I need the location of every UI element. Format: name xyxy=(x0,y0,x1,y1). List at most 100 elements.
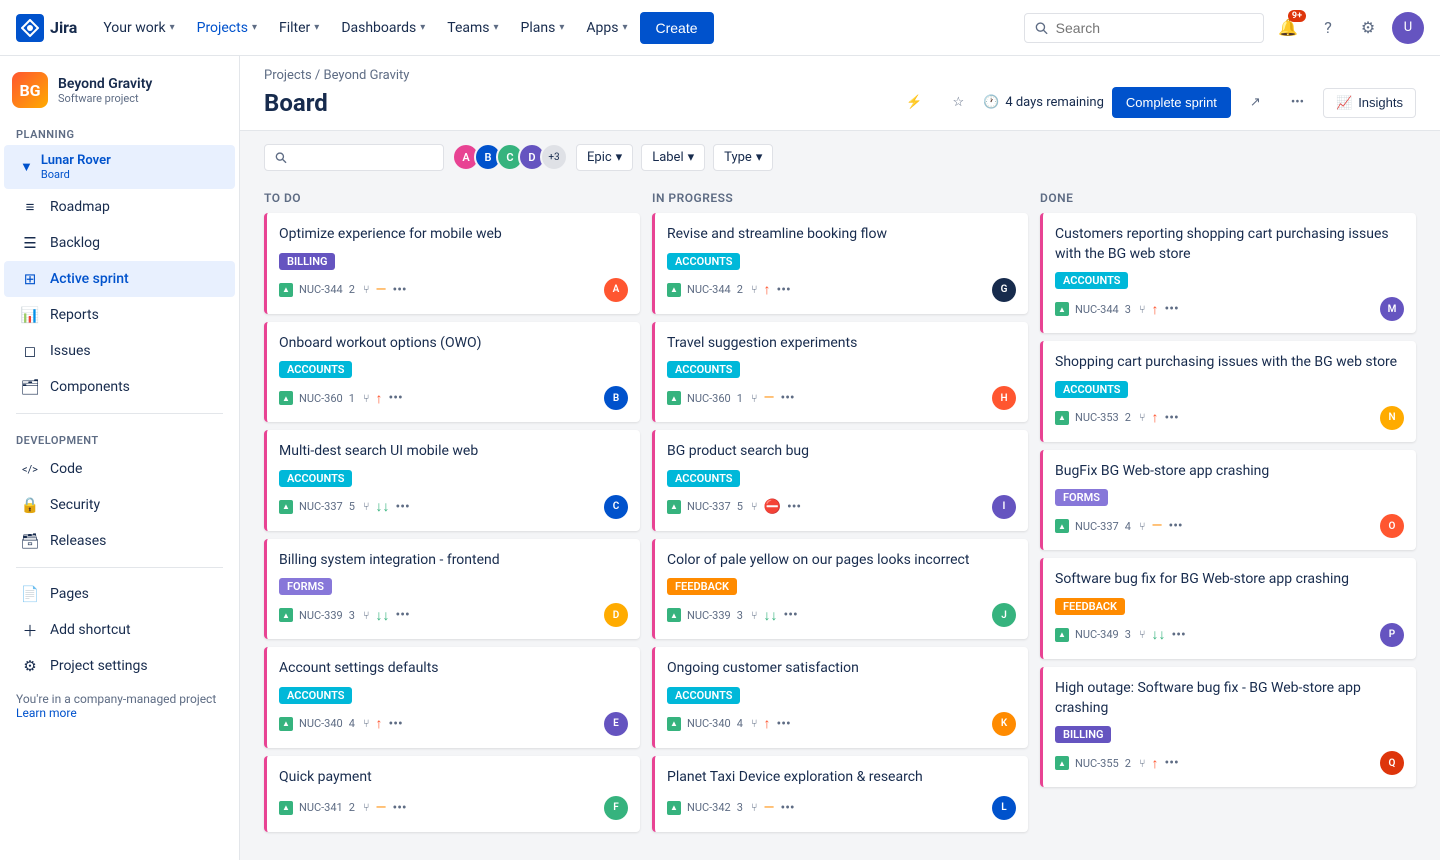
card-options-button[interactable]: ••• xyxy=(784,607,798,623)
branch-icon: ⑂ xyxy=(363,283,370,296)
card-todo-4[interactable]: Account settings defaults ACCOUNTS ▲ NUC… xyxy=(264,647,640,748)
card-id: NUC-344 xyxy=(299,283,343,296)
card-options-button[interactable]: ••• xyxy=(392,800,406,816)
learn-more-link[interactable]: Learn more xyxy=(16,706,77,720)
card-options-button[interactable]: ••• xyxy=(389,716,403,732)
card-done-4[interactable]: High outage: Software bug fix - BG Web-s… xyxy=(1040,667,1416,787)
card-inprogress-3[interactable]: Color of pale yellow on our pages looks … xyxy=(652,539,1028,640)
share-button[interactable]: ↗ xyxy=(1239,88,1272,117)
card-inprogress-2[interactable]: BG product search bug ACCOUNTS ▲ NUC-337… xyxy=(652,430,1028,531)
user-avatar[interactable]: U xyxy=(1392,12,1424,44)
type-filter[interactable]: Type ▾ xyxy=(713,144,773,171)
logo[interactable]: Jira xyxy=(16,14,77,42)
nav-filter[interactable]: Filter ▾ xyxy=(269,14,329,42)
card-avatar: P xyxy=(1380,623,1404,647)
sidebar-item-issues[interactable]: ◻ Issues xyxy=(4,333,235,369)
card-todo-5[interactable]: Quick payment ▲ NUC-341 2 ⑂ — ••• F xyxy=(264,756,640,832)
card-meta-left: ▲ NUC-339 3 ⑂ ↓↓ ••• xyxy=(279,607,410,624)
card-options-button[interactable]: ••• xyxy=(396,607,410,623)
card-options-button[interactable]: ••• xyxy=(1165,755,1179,771)
more-options-button[interactable]: ••• xyxy=(1280,88,1315,117)
nav-teams[interactable]: Teams ▾ xyxy=(437,14,508,42)
card-options-button[interactable]: ••• xyxy=(780,390,794,406)
card-done-0[interactable]: Customers reporting shopping cart purcha… xyxy=(1040,213,1416,333)
create-button[interactable]: Create xyxy=(640,12,714,44)
search-box[interactable] xyxy=(1024,13,1264,43)
sidebar-item-backlog[interactable]: ☰ Backlog xyxy=(4,225,235,261)
sidebar-item-releases[interactable]: 🗃 Releases xyxy=(4,523,235,559)
label-filter[interactable]: Label ▾ xyxy=(641,144,705,171)
board-search-box[interactable] xyxy=(264,144,444,171)
breadcrumb-projects-link[interactable]: Projects xyxy=(264,68,312,83)
card-options-button[interactable]: ••• xyxy=(1165,410,1179,426)
story-points: 1 xyxy=(349,392,355,405)
card-title: Onboard workout options (OWO) xyxy=(279,334,628,354)
notifications-button[interactable]: 🔔 9+ xyxy=(1272,12,1304,44)
card-options-button[interactable]: ••• xyxy=(1165,301,1179,317)
card-options-button[interactable]: ••• xyxy=(780,800,794,816)
lightning-button[interactable]: ⚡ xyxy=(895,88,933,117)
sidebar-item-project-settings[interactable]: ⚙ Project settings xyxy=(4,648,235,684)
sidebar-item-active-sprint[interactable]: ⊞ Active sprint xyxy=(4,261,235,297)
sidebar-project-header[interactable]: BG Beyond Gravity Software project xyxy=(0,56,239,116)
complete-sprint-button[interactable]: Complete sprint xyxy=(1112,87,1231,118)
sidebar-item-lunar-rover[interactable]: ▼ Lunar Rover Board xyxy=(4,145,235,189)
card-options-button[interactable]: ••• xyxy=(1168,518,1182,534)
help-button[interactable]: ? xyxy=(1312,12,1344,44)
sidebar-item-add-shortcut[interactable]: ＋ Add shortcut xyxy=(4,612,235,648)
sidebar-item-reports[interactable]: 📊 Reports xyxy=(4,297,235,333)
nav-projects[interactable]: Projects ▾ xyxy=(187,14,267,42)
card-tag: ACCOUNTS xyxy=(1055,381,1128,398)
star-icon: ☆ xyxy=(952,95,964,110)
nav-items: Your work ▾ Projects ▾ Filter ▾ Dashboar… xyxy=(93,12,1016,44)
sidebar-item-security[interactable]: 🔒 Security xyxy=(4,487,235,523)
card-done-2[interactable]: BugFix BG Web-store app crashing FORMS ▲… xyxy=(1040,450,1416,551)
sidebar-item-components[interactable]: 🗂 Components xyxy=(4,369,235,405)
card-options-button[interactable]: ••• xyxy=(777,716,791,732)
card-inprogress-4[interactable]: Ongoing customer satisfaction ACCOUNTS ▲… xyxy=(652,647,1028,748)
card-avatar: E xyxy=(604,712,628,736)
nav-your-work[interactable]: Your work ▾ xyxy=(93,14,184,42)
code-icon: </> xyxy=(20,459,40,479)
card-options-button[interactable]: ••• xyxy=(396,499,410,515)
sidebar-item-pages[interactable]: 📄 Pages xyxy=(4,576,235,612)
card-meta-left: ▲ NUC-340 4 ⑂ ↑ ••• xyxy=(279,715,403,732)
card-id: NUC-341 xyxy=(299,801,343,814)
card-todo-1[interactable]: Onboard workout options (OWO) ACCOUNTS ▲… xyxy=(264,322,640,423)
nav-plans[interactable]: Plans ▾ xyxy=(511,14,575,42)
card-meta: ▲ NUC-349 3 ⑂ ↓↓ ••• P xyxy=(1055,623,1404,647)
story-points: 3 xyxy=(349,609,355,622)
nav-dashboards[interactable]: Dashboards ▾ xyxy=(331,14,435,42)
story-icon: ▲ xyxy=(1055,519,1069,533)
epic-filter[interactable]: Epic ▾ xyxy=(576,144,633,171)
lightning-icon: ⚡ xyxy=(906,95,922,110)
card-inprogress-0[interactable]: Revise and streamline booking flow ACCOU… xyxy=(652,213,1028,314)
card-done-3[interactable]: Software bug fix for BG Web-store app cr… xyxy=(1040,558,1416,659)
card-todo-0[interactable]: Optimize experience for mobile web BILLI… xyxy=(264,213,640,314)
settings-button[interactable]: ⚙ xyxy=(1352,12,1384,44)
nav-apps[interactable]: Apps ▾ xyxy=(576,14,637,42)
avatar-more[interactable]: +3 xyxy=(540,143,568,171)
branch-icon: ⑂ xyxy=(363,609,370,622)
card-done-1[interactable]: Shopping cart purchasing issues with the… xyxy=(1040,341,1416,442)
priority-high-icon: ↑ xyxy=(1152,301,1159,318)
card-options-button[interactable]: ••• xyxy=(787,499,801,515)
star-button[interactable]: ☆ xyxy=(941,88,975,117)
sprint-badge: 🕐 4 days remaining xyxy=(983,95,1104,110)
priority-low-icon: ↓↓ xyxy=(764,607,778,624)
search-input[interactable] xyxy=(1056,20,1253,36)
card-inprogress-1[interactable]: Travel suggestion experiments ACCOUNTS ▲… xyxy=(652,322,1028,423)
sidebar-item-roadmap[interactable]: ≡ Roadmap xyxy=(4,189,235,225)
card-todo-2[interactable]: Multi-dest search UI mobile web ACCOUNTS… xyxy=(264,430,640,531)
card-options-button[interactable]: ••• xyxy=(1172,627,1186,643)
card-meta-left: ▲ NUC-360 1 ⑂ ↑ ••• xyxy=(279,390,403,407)
board-search-input[interactable] xyxy=(293,150,433,165)
card-options-button[interactable]: ••• xyxy=(392,282,406,298)
card-inprogress-5[interactable]: Planet Taxi Device exploration & researc… xyxy=(652,756,1028,832)
card-options-button[interactable]: ••• xyxy=(389,390,403,406)
insights-button[interactable]: 📈 Insights xyxy=(1323,88,1416,118)
card-tag: ACCOUNTS xyxy=(667,687,740,704)
sidebar-item-code[interactable]: </> Code xyxy=(4,451,235,487)
card-options-button[interactable]: ••• xyxy=(777,282,791,298)
card-todo-3[interactable]: Billing system integration - frontend FO… xyxy=(264,539,640,640)
